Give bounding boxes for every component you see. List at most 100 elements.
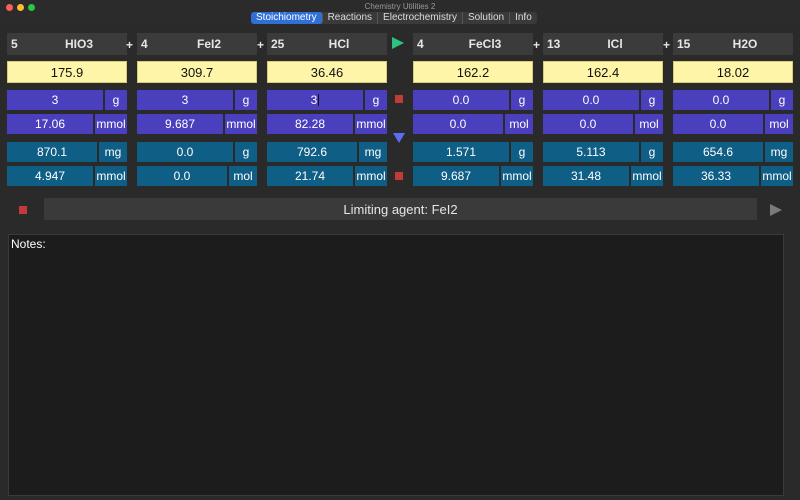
input-amount-row: 17.06 mmol: [7, 114, 127, 134]
title-bar: Chemistry Utilities 2 Stoichiometry Reac…: [0, 0, 800, 26]
output-amount-field: 9.687: [413, 166, 499, 186]
output-amount-unit[interactable]: mmol: [501, 166, 533, 186]
input-amount-unit[interactable]: mmol: [355, 114, 387, 134]
coefficient: 25: [271, 37, 285, 51]
tab-solution[interactable]: Solution: [463, 12, 511, 24]
input-amount-row: 9.687 mmol: [137, 114, 257, 134]
input-amount-field[interactable]: 0.0: [413, 114, 503, 134]
output-amount-row: 21.74 mmol: [267, 166, 387, 186]
coefficient: 4: [417, 37, 424, 51]
output-mass-row: 792.6 mg: [267, 142, 387, 162]
input-mass-unit[interactable]: g: [771, 90, 793, 110]
play-icon[interactable]: [392, 37, 404, 49]
input-amount-field[interactable]: 0.0: [673, 114, 763, 134]
coefficient: 15: [677, 37, 691, 51]
input-mass-row: 3 g: [7, 90, 127, 110]
output-amount-unit[interactable]: mmol: [95, 166, 127, 186]
input-amount-unit[interactable]: mmol: [95, 114, 127, 134]
tab-info[interactable]: Info: [510, 12, 537, 24]
input-amount-row: 0.0 mol: [543, 114, 663, 134]
output-mass-field: 792.6: [267, 142, 357, 162]
input-mass-field[interactable]: 0.0: [673, 90, 769, 110]
input-mass-field[interactable]: 0.0: [543, 90, 639, 110]
molar-mass-field[interactable]: 162.2: [413, 61, 533, 83]
input-amount-field[interactable]: 82.28: [267, 114, 353, 134]
formula: FeI2: [196, 37, 221, 51]
input-mass-unit[interactable]: g: [235, 90, 257, 110]
output-amount-row: 36.33 mmol: [673, 166, 793, 186]
output-amount-field: 0.0: [137, 166, 227, 186]
molar-mass-field[interactable]: 309.7: [137, 61, 257, 83]
input-mass-row: 3 g: [137, 90, 257, 110]
notes-area[interactable]: Notes:: [8, 234, 784, 496]
output-amount-row: 4.947 mmol: [7, 166, 127, 186]
compound-header[interactable]: 15 H2O: [673, 33, 793, 55]
molar-mass-field[interactable]: 18.02: [673, 61, 793, 83]
tab-electrochemistry[interactable]: Electrochemistry: [378, 12, 463, 24]
output-amount-unit[interactable]: mmol: [631, 166, 663, 186]
compound-header[interactable]: 4 FeCl3: [413, 33, 533, 55]
tab-stoichiometry[interactable]: Stoichiometry: [251, 12, 323, 24]
output-mass-unit[interactable]: mg: [99, 142, 127, 162]
output-mass-unit[interactable]: mg: [765, 142, 793, 162]
down-arrow-icon[interactable]: [393, 133, 405, 143]
input-amount-unit[interactable]: mol: [765, 114, 793, 134]
tab-reactions[interactable]: Reactions: [323, 12, 379, 24]
output-mass-unit[interactable]: g: [641, 142, 663, 162]
formula: HIO3: [64, 37, 93, 51]
input-amount-field[interactable]: 0.0: [543, 114, 633, 134]
input-mass-row: 0.0 g: [673, 90, 793, 110]
molar-mass-field[interactable]: 36.46: [267, 61, 387, 83]
input-amount-row: 0.0 mol: [673, 114, 793, 134]
input-mass-field[interactable]: 0.0: [413, 90, 509, 110]
plus-sign: +: [663, 38, 671, 52]
limiting-agent-display: Limiting agent: FeI2: [44, 198, 757, 220]
output-amount-unit[interactable]: mmol: [355, 166, 387, 186]
text-cursor: [318, 94, 320, 106]
input-mass-row: 3 g: [267, 90, 387, 110]
input-mass-field[interactable]: 3: [7, 90, 103, 110]
stoichiometry-panel: 5 HIO3 175.9 3 g 17.06 mmol 870.1 mg 4.9…: [0, 26, 800, 500]
input-amount-unit[interactable]: mol: [635, 114, 663, 134]
output-mass-field: 1.571: [413, 142, 509, 162]
plus-sign: +: [533, 38, 541, 52]
window-title: Chemistry Utilities 2: [364, 2, 436, 11]
input-mass-field-focused[interactable]: 3: [267, 90, 363, 110]
play-icon[interactable]: [770, 204, 782, 216]
output-amount-row: 9.687 mmol: [413, 166, 533, 186]
compound-header[interactable]: 5 HIO3: [7, 33, 127, 55]
output-mass-unit[interactable]: g: [511, 142, 533, 162]
output-mass-field: 654.6: [673, 142, 763, 162]
output-amount-unit[interactable]: mmol: [761, 166, 793, 186]
compound-header[interactable]: 25 HCl: [267, 33, 387, 55]
input-mass-unit[interactable]: g: [641, 90, 663, 110]
output-mass-row: 870.1 mg: [7, 142, 127, 162]
stop-icon[interactable]: [395, 172, 403, 180]
formula: ICl: [607, 37, 623, 51]
stop-icon[interactable]: [395, 95, 403, 103]
input-mass-field[interactable]: 3: [137, 90, 233, 110]
plus-sign: +: [257, 38, 265, 52]
coefficient: 4: [141, 37, 148, 51]
input-mass-unit[interactable]: g: [365, 90, 387, 110]
output-mass-unit[interactable]: mg: [359, 142, 387, 162]
coefficient: 13: [547, 37, 561, 51]
output-amount-unit[interactable]: mol: [229, 166, 257, 186]
input-amount-field[interactable]: 17.06: [7, 114, 93, 134]
input-mass-value: 3: [310, 93, 318, 107]
input-amount-field[interactable]: 9.687: [137, 114, 223, 134]
stop-icon[interactable]: [19, 206, 27, 214]
output-mass-unit[interactable]: g: [235, 142, 257, 162]
compound-header[interactable]: 13 ICl: [543, 33, 663, 55]
plus-sign: +: [126, 38, 134, 52]
input-amount-row: 82.28 mmol: [267, 114, 387, 134]
formula: HCl: [328, 37, 350, 51]
input-mass-unit[interactable]: g: [511, 90, 533, 110]
molar-mass-field[interactable]: 162.4: [543, 61, 663, 83]
formula: H2O: [732, 37, 758, 51]
input-amount-unit[interactable]: mmol: [225, 114, 257, 134]
compound-header[interactable]: 4 FeI2: [137, 33, 257, 55]
input-amount-unit[interactable]: mol: [505, 114, 533, 134]
input-mass-unit[interactable]: g: [105, 90, 127, 110]
molar-mass-field[interactable]: 175.9: [7, 61, 127, 83]
